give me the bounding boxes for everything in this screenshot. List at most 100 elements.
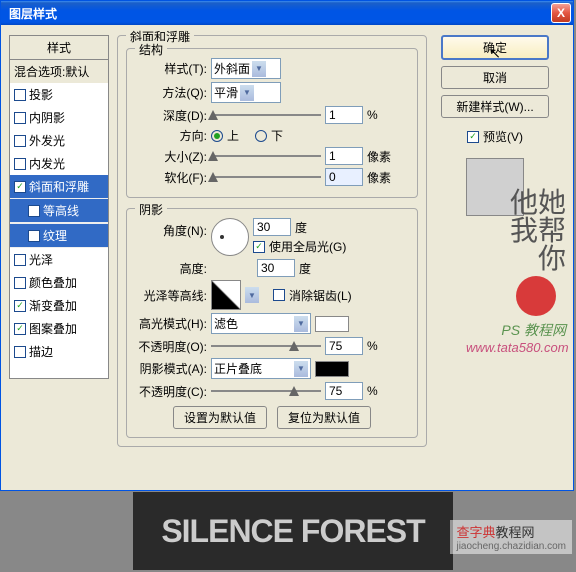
style-item[interactable]: 等高线 [10,198,108,223]
gloss-label: 光泽等高线: [135,287,207,304]
style-item[interactable]: 颜色叠加 [10,271,108,294]
style-checkbox[interactable] [28,205,40,217]
style-item[interactable]: 光泽 [10,248,108,271]
direction-down-radio[interactable] [255,130,267,142]
soften-unit: 像素 [367,169,391,186]
size-slider[interactable] [211,149,321,163]
shadow-mode-label: 阴影模式(A): [135,360,207,377]
new-style-button[interactable]: 新建样式(W)... [441,95,549,118]
chevron-down-icon: ▼ [240,85,254,101]
altitude-unit: 度 [299,260,311,277]
style-item[interactable]: 投影 [10,83,108,106]
style-item[interactable]: ✓斜面和浮雕 [10,175,108,198]
style-checkbox[interactable]: ✓ [14,181,26,193]
shading-group: 阴影 角度(N): 30 度 ✓ 使用全局光(G) [126,208,418,438]
sh-opacity-input[interactable]: 75 [325,382,363,400]
antialias-checkbox[interactable] [273,289,285,301]
highlight-mode-dropdown[interactable]: 滤色 ▼ [211,313,311,334]
style-item-label: 纹理 [43,227,67,244]
highlight-color-picker[interactable] [315,316,349,332]
depth-label: 深度(D): [135,107,207,124]
depth-slider[interactable] [211,108,321,122]
titlebar[interactable]: 图层样式 X [1,1,573,25]
reset-default-button[interactable]: 复位为默认值 [277,406,371,429]
depth-input[interactable]: 1 [325,106,363,124]
highlight-mode-label: 高光模式(H): [135,315,207,332]
chevron-down-icon[interactable]: ▼ [245,287,259,303]
sh-opacity-unit: % [367,384,378,398]
blend-options-item[interactable]: 混合选项:默认 [10,60,108,83]
settings-panel: 斜面和浮雕 结构 样式(T): 外斜面 ▼ 方法(Q): 平滑 [117,35,427,482]
structure-legend: 结构 [135,41,167,58]
chevron-down-icon: ▼ [252,61,266,77]
cancel-button[interactable]: 取消 [441,66,549,89]
styles-column: 样式 混合选项:默认投影内阴影外发光内发光✓斜面和浮雕等高线纹理光泽颜色叠加✓渐… [9,35,109,482]
style-item[interactable]: ✓渐变叠加 [10,294,108,317]
sh-opacity-slider[interactable] [211,384,321,398]
direction-label: 方向: [135,127,207,144]
gloss-contour-picker[interactable] [211,280,241,310]
ok-button[interactable]: 确定 ↖ [441,35,549,60]
chevron-down-icon: ▼ [294,361,308,377]
style-checkbox[interactable] [14,254,26,266]
shadow-color-picker[interactable] [315,361,349,377]
style-item[interactable]: 描边 [10,340,108,363]
size-unit: 像素 [367,148,391,165]
style-item-label: 斜面和浮雕 [29,178,89,195]
soften-slider[interactable] [211,170,321,184]
shading-legend: 阴影 [135,201,167,218]
style-checkbox[interactable] [14,277,26,289]
close-button[interactable]: X [551,3,571,23]
depth-unit: % [367,108,378,122]
style-item[interactable]: 外发光 [10,129,108,152]
style-checkbox[interactable] [28,230,40,242]
structure-group: 结构 样式(T): 外斜面 ▼ 方法(Q): 平滑 ▼ [126,48,418,198]
preview-checkbox[interactable]: ✓ [467,131,479,143]
style-checkbox[interactable] [14,135,26,147]
style-item-label: 颜色叠加 [29,274,77,291]
style-checkbox[interactable] [14,158,26,170]
style-item[interactable]: 纹理 [10,223,108,248]
close-icon: X [557,6,565,20]
direction-up-label: 上 [227,127,239,144]
altitude-input[interactable]: 30 [257,259,295,277]
style-item-label: 描边 [29,343,53,360]
direction-down-label: 下 [271,127,283,144]
style-checkbox[interactable] [14,112,26,124]
size-input[interactable]: 1 [325,147,363,165]
antialias-label: 消除锯齿(L) [289,287,352,304]
chevron-down-icon: ▼ [294,316,308,332]
style-checkbox[interactable] [14,346,26,358]
style-checkbox[interactable]: ✓ [14,300,26,312]
preview-label: 预览(V) [483,128,523,145]
hl-opacity-input[interactable]: 75 [325,337,363,355]
hl-opacity-label: 不透明度(O): [135,338,207,355]
shadow-mode-dropdown[interactable]: 正片叠底 ▼ [211,358,311,379]
soften-label: 软化(F): [135,169,207,186]
soften-input[interactable]: 0 [325,168,363,186]
footer-watermark: 查字典教程网 jiaocheng.chazidian.com [450,520,572,554]
style-label: 样式(T): [135,60,207,77]
global-light-checkbox[interactable]: ✓ [253,241,265,253]
style-item-label: 外发光 [29,132,65,149]
hl-opacity-slider[interactable] [211,339,321,353]
angle-label: 角度(N): [135,222,207,239]
style-item[interactable]: 内发光 [10,152,108,175]
angle-input[interactable]: 30 [253,218,291,236]
preview-swatch [466,158,524,216]
style-item[interactable]: ✓图案叠加 [10,317,108,340]
styles-header: 样式 [9,35,109,59]
size-label: 大小(Z): [135,148,207,165]
style-checkbox[interactable] [14,89,26,101]
angle-dial[interactable] [211,218,249,256]
angle-unit: 度 [295,219,307,236]
style-item-label: 图案叠加 [29,320,77,337]
style-checkbox[interactable]: ✓ [14,323,26,335]
style-dropdown[interactable]: 外斜面 ▼ [211,58,281,79]
style-item[interactable]: 内阴影 [10,106,108,129]
make-default-button[interactable]: 设置为默认值 [173,406,267,429]
style-item-label: 渐变叠加 [29,297,77,314]
style-item-label: 光泽 [29,251,53,268]
direction-up-radio[interactable] [211,130,223,142]
technique-dropdown[interactable]: 平滑 ▼ [211,82,281,103]
